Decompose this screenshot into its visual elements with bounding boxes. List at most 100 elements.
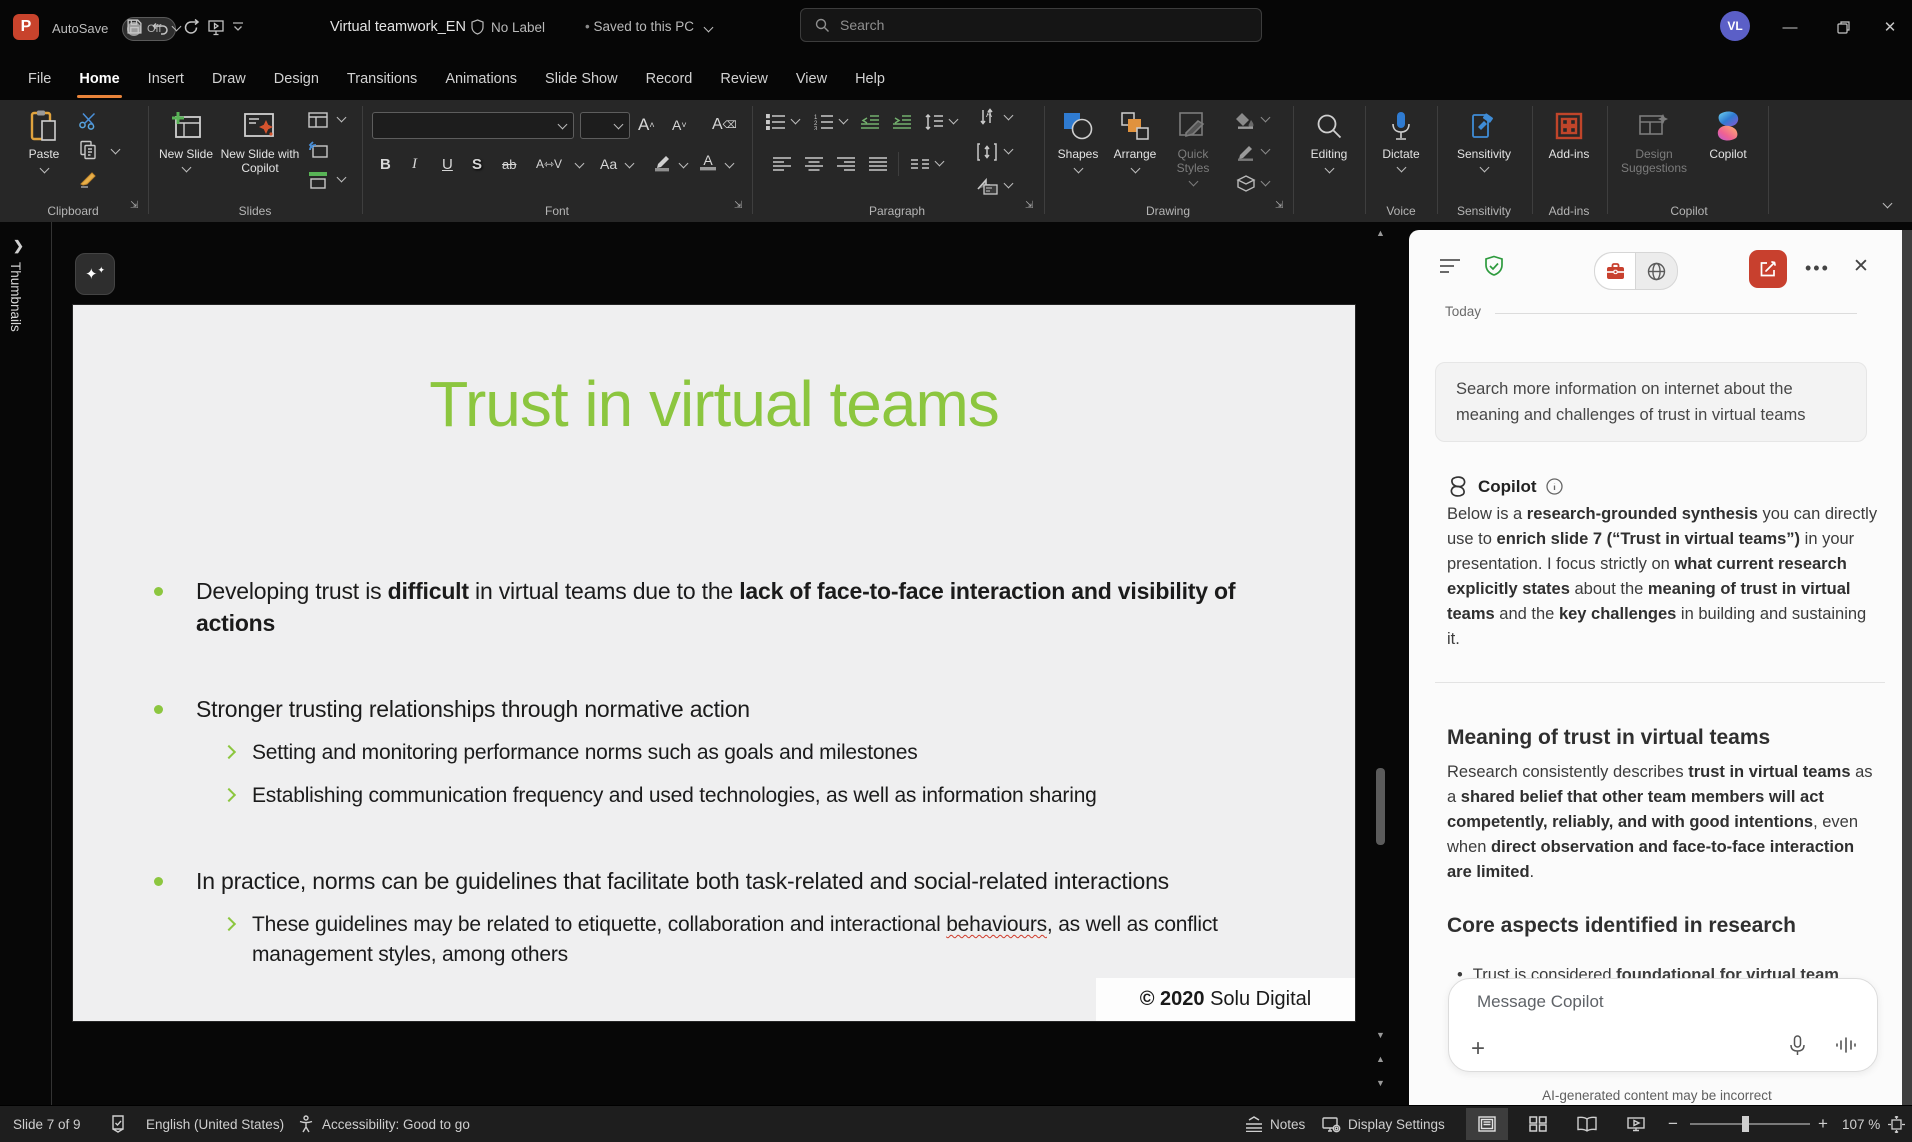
editing-button[interactable]: Editing [1301,108,1357,174]
tab-animations[interactable]: Animations [431,62,531,96]
shape-fill-button[interactable] [1234,108,1258,132]
chat-history-icon[interactable] [1439,258,1461,274]
clipboard-dialog-launcher[interactable]: ⇲ [130,200,144,214]
zoom-slider-track[interactable] [1690,1123,1810,1125]
notes-button[interactable]: Notes [1245,1106,1305,1142]
copilot-mode-toggle[interactable] [1594,252,1678,290]
accessibility-status[interactable]: Accessibility: Good to go [322,1106,470,1142]
line-spacing-button[interactable] [922,110,946,134]
vertical-scrollbar-thumb[interactable] [1376,768,1385,845]
columns-button[interactable] [908,152,932,176]
shape-effects-button[interactable] [1234,172,1258,196]
start-slideshow-icon[interactable] [207,18,225,36]
slideshow-view-button[interactable] [1615,1108,1657,1140]
font-name-combo[interactable] [372,112,574,139]
previous-slide-button[interactable]: ▲ [1376,1054,1385,1064]
tab-file[interactable]: File [14,62,65,96]
tab-insert[interactable]: Insert [134,62,198,96]
zoom-level[interactable]: 107 % [1842,1106,1880,1142]
arrange-button[interactable]: Arrange [1108,108,1162,174]
thumbnails-pane-label[interactable]: Thumbnails [8,262,23,332]
designer-sparkle-button[interactable]: ✦✦ [75,253,115,295]
more-options-button[interactable]: ••• [1805,258,1830,279]
italic-button[interactable]: I [412,152,417,176]
bullets-button[interactable] [764,110,788,134]
zoom-slider-thumb[interactable] [1742,1116,1749,1132]
work-mode-tab[interactable] [1595,253,1636,289]
font-dialog-launcher[interactable]: ⇲ [734,200,748,214]
undo-button[interactable] [152,18,170,35]
document-title[interactable]: Virtual teamwork_EN [330,19,466,35]
slide-bullet-list[interactable]: Developing trust is difficult in virtual… [152,575,1332,970]
close-window-button[interactable]: ✕ [1873,10,1907,44]
zoom-out-button[interactable]: − [1668,1106,1678,1142]
highlight-color-button[interactable] [652,150,672,174]
shape-outline-button[interactable] [1234,140,1258,164]
shapes-button[interactable]: Shapes [1052,108,1104,174]
convert-to-smartart-button[interactable] [975,174,999,198]
change-case-button[interactable]: Aa [600,152,617,176]
increase-font-size-button[interactable]: A ˄ [638,113,655,137]
new-slide-with-copilot-button[interactable]: New Slide with Copilot [218,108,302,175]
drawing-dialog-launcher[interactable]: ⇲ [1275,200,1289,214]
font-color-button[interactable]: A [700,150,716,174]
save-icon[interactable] [126,18,143,35]
dictate-button[interactable]: Dictate [1371,108,1431,173]
text-shadow-button[interactable]: S [472,152,482,176]
slide-indicator[interactable]: Slide 7 of 9 [13,1106,81,1142]
add-ins-button[interactable]: Add-ins [1538,108,1600,161]
tab-help[interactable]: Help [841,62,899,96]
clear-formatting-button[interactable]: A ⌫ [712,113,737,137]
copilot-input-card[interactable]: + [1448,978,1878,1072]
tab-design[interactable]: Design [260,62,333,96]
copilot-ribbon-button[interactable]: Copilot [1698,108,1758,161]
new-chat-button[interactable] [1749,250,1787,288]
pane-separator[interactable] [51,222,52,1105]
align-text-button[interactable] [975,140,999,164]
maximize-button[interactable] [1826,10,1860,44]
slide-layout-button[interactable] [306,108,330,132]
accessibility-icon[interactable] [298,1106,314,1142]
collapse-ribbon-chevron[interactable] [1882,198,1893,209]
reading-view-button[interactable] [1566,1108,1608,1140]
decrease-font-size-button[interactable]: A ˅ [672,113,687,137]
zoom-in-button[interactable]: + [1818,1106,1828,1142]
align-center-button[interactable] [802,152,826,176]
powerpoint-logo-icon[interactable]: P [13,14,39,40]
voice-mode-button[interactable] [1835,1035,1857,1055]
cut-button[interactable] [76,108,100,132]
slide-sorter-view-button[interactable] [1517,1108,1559,1140]
tab-transitions[interactable]: Transitions [333,62,431,96]
increase-indent-button[interactable] [890,110,914,134]
bold-button[interactable]: B [380,152,391,176]
copilot-message-input[interactable] [1475,991,1799,1013]
next-slide-button[interactable]: ▼ [1376,1078,1385,1088]
copy-chevron-icon[interactable] [110,144,121,155]
font-size-combo[interactable] [580,112,630,139]
language-indicator[interactable]: English (United States) [146,1106,284,1142]
scroll-down-arrow[interactable]: ▼ [1376,1030,1385,1040]
tab-draw[interactable]: Draw [198,62,260,96]
fit-to-window-button[interactable] [1888,1106,1905,1142]
close-copilot-button[interactable]: ✕ [1853,255,1869,278]
web-mode-tab[interactable] [1636,253,1677,289]
minimize-button[interactable]: — [1773,10,1807,44]
tab-record[interactable]: Record [632,62,707,96]
sensitivity-label-badge[interactable]: No Label [470,19,545,35]
strikethrough-button[interactable]: ab [502,152,516,176]
section-button[interactable] [306,168,330,192]
tab-view[interactable]: View [782,62,841,96]
paragraph-dialog-launcher[interactable]: ⇲ [1025,200,1039,214]
quick-access-overflow-icon[interactable] [232,22,244,32]
expand-thumbnails-chevron[interactable]: ❯ [13,238,24,254]
saved-status[interactable]: • Saved to this PC [585,19,714,34]
avatar[interactable]: VL [1720,11,1750,41]
protected-shield-icon[interactable] [1483,255,1505,277]
paste-button[interactable]: Paste [18,108,70,174]
decrease-indent-button[interactable] [858,110,882,134]
text-direction-button[interactable]: A [975,106,999,130]
align-left-button[interactable] [770,152,794,176]
normal-view-button[interactable] [1466,1108,1508,1140]
sensitivity-button[interactable]: Sensitivity [1446,108,1522,173]
spell-check-icon[interactable] [110,1106,126,1142]
